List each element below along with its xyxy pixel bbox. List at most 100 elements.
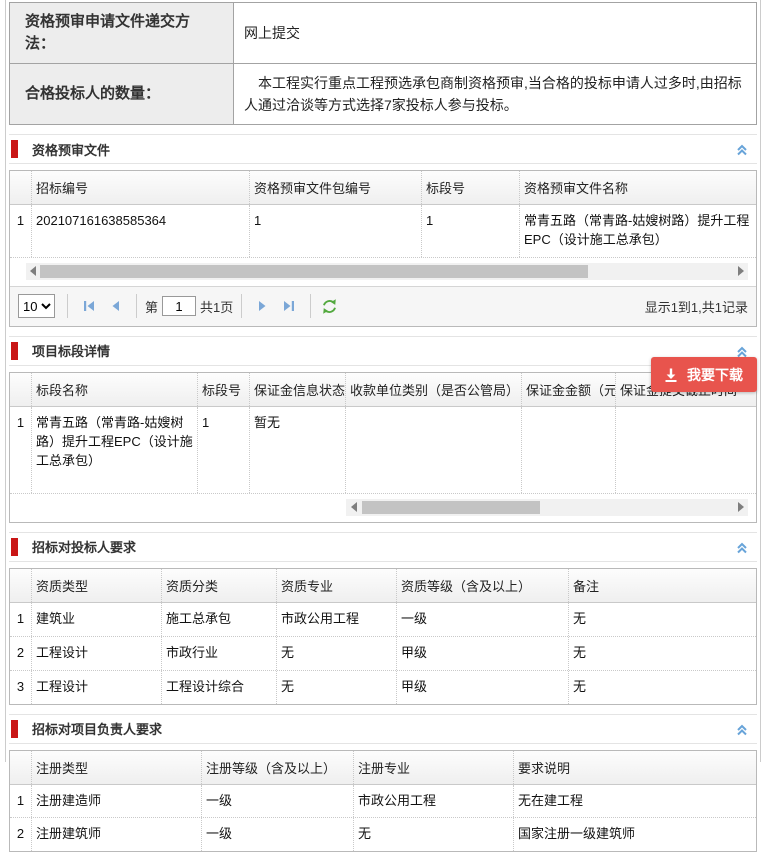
scroll-right-icon[interactable] bbox=[738, 266, 744, 276]
seq-column-header bbox=[10, 569, 32, 602]
column-header[interactable]: 招标编号 bbox=[32, 171, 250, 204]
cell-qualification-grade: 一级 bbox=[397, 603, 569, 636]
grid-header-row: 标段名称 标段号 保证金信息状态 收款单位类别（是否公管局） 保证金金额（元） … bbox=[10, 373, 756, 407]
column-header[interactable]: 资质等级（含及以上） bbox=[397, 569, 569, 602]
table-row: 资格预审申请文件递交方法： 网上提交 bbox=[10, 3, 757, 64]
table-row[interactable]: 2 工程设计 市政行业 无 甲级 无 bbox=[10, 637, 756, 671]
cell-registration-type: 注册建造师 bbox=[32, 785, 202, 818]
page-label-suffix: 共1页 bbox=[200, 297, 233, 316]
page-label-prefix: 第 bbox=[145, 297, 158, 316]
row-seq: 1 bbox=[10, 785, 32, 818]
column-header[interactable]: 要求说明 bbox=[514, 751, 756, 784]
column-header[interactable]: 资格预审文件名称 bbox=[520, 171, 756, 204]
download-button[interactable]: 我要下载 bbox=[651, 357, 757, 392]
section-title: 项目标段详情 bbox=[32, 341, 110, 360]
cell-qualification-grade: 甲级 bbox=[397, 671, 569, 704]
column-header[interactable]: 标段名称 bbox=[32, 373, 198, 406]
qualified-bidder-count-label: 合格投标人的数量： bbox=[10, 63, 234, 125]
column-header[interactable]: 收款单位类别（是否公管局） bbox=[346, 373, 522, 406]
cell-deposit-status: 暂无 bbox=[250, 407, 346, 493]
collapse-chevron-icon[interactable] bbox=[735, 142, 749, 156]
collapse-chevron-icon[interactable] bbox=[735, 344, 749, 358]
previous-page-icon[interactable] bbox=[102, 294, 128, 318]
last-page-icon[interactable] bbox=[276, 294, 302, 318]
cell-requirement-note: 国家注册一级建筑师 bbox=[514, 818, 756, 851]
project-sections-grid: 标段名称 标段号 保证金信息状态 收款单位类别（是否公管局） 保证金金额（元） … bbox=[9, 372, 757, 523]
cell-qualification-grade: 甲级 bbox=[397, 637, 569, 670]
column-header[interactable]: 资质专业 bbox=[277, 569, 397, 602]
section-marker bbox=[11, 342, 18, 360]
column-header[interactable]: 备注 bbox=[569, 569, 756, 602]
download-icon bbox=[663, 367, 679, 383]
section-header-manager-requirements: 招标对项目负责人要求 bbox=[9, 714, 757, 744]
scrollbar-thumb[interactable] bbox=[362, 501, 540, 514]
table-row[interactable]: 3 工程设计 工程设计综合 无 甲级 无 bbox=[10, 671, 756, 704]
scroll-left-icon[interactable] bbox=[351, 502, 357, 512]
cell-file-name: 常青五路（常青路-姑嫂树路）提升工程EPC（设计施工总承包） bbox=[520, 205, 756, 257]
cell-package-number: 1 bbox=[250, 205, 422, 257]
pager-divider bbox=[241, 294, 242, 318]
column-header[interactable]: 保证金金额（元） bbox=[522, 373, 616, 406]
cell-registration-grade: 一级 bbox=[202, 785, 354, 818]
cell-qualification-specialty: 无 bbox=[277, 637, 397, 670]
cell-qualification-category: 市政行业 bbox=[162, 637, 277, 670]
cell-qualification-category: 工程设计综合 bbox=[162, 671, 277, 704]
manager-requirements-grid: 注册类型 注册等级（含及以上） 注册专业 要求说明 1 注册建造师 一级 市政公… bbox=[9, 750, 757, 852]
section-header-project-sections: 项目标段详情 bbox=[9, 336, 757, 366]
table-row[interactable]: 1 注册建造师 一级 市政公用工程 无在建工程 bbox=[10, 785, 756, 819]
scrollbar-thumb[interactable] bbox=[40, 265, 588, 278]
first-page-icon[interactable] bbox=[76, 294, 102, 318]
seq-column-header bbox=[10, 751, 32, 784]
cell-qualification-specialty: 无 bbox=[277, 671, 397, 704]
table-row[interactable]: 2 注册建筑师 一级 无 国家注册一级建筑师 bbox=[10, 818, 756, 851]
section-title: 资格预审文件 bbox=[32, 140, 110, 159]
next-page-icon[interactable] bbox=[250, 294, 276, 318]
section-title: 招标对项目负责人要求 bbox=[32, 719, 162, 738]
section-title: 招标对投标人要求 bbox=[32, 537, 136, 556]
column-header[interactable]: 保证金信息状态 bbox=[250, 373, 346, 406]
column-header[interactable]: 注册类型 bbox=[32, 751, 202, 784]
cell-registration-type: 注册建筑师 bbox=[32, 818, 202, 851]
cell-qualification-type: 工程设计 bbox=[32, 637, 162, 670]
section-marker bbox=[11, 538, 18, 556]
content-panel: 资格预审申请文件递交方法： 网上提交 合格投标人的数量： 本工程实行重点工程预选… bbox=[5, 0, 761, 762]
collapse-chevron-icon[interactable] bbox=[735, 540, 749, 554]
cell-registration-grade: 一级 bbox=[202, 818, 354, 851]
grid-header-row: 招标编号 资格预审文件包编号 标段号 资格预审文件名称 bbox=[10, 171, 756, 205]
column-header[interactable]: 注册专业 bbox=[354, 751, 514, 784]
table-row[interactable]: 1 202107161638585364 1 1 常青五路（常青路-姑嫂树路）提… bbox=[10, 205, 756, 258]
table-row[interactable]: 1 常青五路（常青路-姑嫂树路）提升工程EPC（设计施工总承包） 1 暂无 bbox=[10, 407, 756, 494]
submission-method-value: 网上提交 bbox=[234, 3, 757, 64]
column-header[interactable]: 标段号 bbox=[422, 171, 520, 204]
row-seq: 1 bbox=[10, 603, 32, 636]
section-header-prequal-files: 资格预审文件 bbox=[9, 134, 757, 164]
prequal-files-grid: 招标编号 资格预审文件包编号 标段号 资格预审文件名称 1 2021071616… bbox=[9, 170, 757, 327]
cell-remark: 无 bbox=[569, 671, 756, 704]
column-header[interactable]: 标段号 bbox=[198, 373, 250, 406]
column-header[interactable]: 资格预审文件包编号 bbox=[250, 171, 422, 204]
section-header-bidder-requirements: 招标对投标人要求 bbox=[9, 532, 757, 562]
table-row[interactable]: 1 建筑业 施工总承包 市政公用工程 一级 无 bbox=[10, 603, 756, 637]
record-count-summary: 显示1到1,共1记录 bbox=[645, 297, 748, 316]
scroll-left-icon[interactable] bbox=[30, 266, 36, 276]
horizontal-scrollbar bbox=[16, 263, 750, 280]
column-header[interactable]: 注册等级（含及以上） bbox=[202, 751, 354, 784]
pager-divider bbox=[310, 294, 311, 318]
page-size-select[interactable]: 10 bbox=[18, 294, 55, 318]
prequal-info-table: 资格预审申请文件递交方法： 网上提交 合格投标人的数量： 本工程实行重点工程预选… bbox=[9, 2, 757, 125]
refresh-icon[interactable] bbox=[321, 298, 338, 315]
cell-deposit-deadline bbox=[616, 407, 756, 493]
grid-pager: 10 第 共1页 bbox=[10, 286, 756, 326]
collapse-chevron-icon[interactable] bbox=[735, 722, 749, 736]
seq-column-header bbox=[10, 171, 32, 204]
cell-qualification-category: 施工总承包 bbox=[162, 603, 277, 636]
seq-column-header bbox=[10, 373, 32, 406]
row-seq: 1 bbox=[10, 407, 32, 493]
qualified-bidder-count-value: 本工程实行重点工程预选承包商制资格预审,当合格的投标申请人过多时,由招标人通过洽… bbox=[234, 63, 757, 125]
scroll-right-icon[interactable] bbox=[738, 502, 744, 512]
cell-registration-specialty: 市政公用工程 bbox=[354, 785, 514, 818]
cell-qualification-type: 工程设计 bbox=[32, 671, 162, 704]
column-header[interactable]: 资质类型 bbox=[32, 569, 162, 602]
column-header[interactable]: 资质分类 bbox=[162, 569, 277, 602]
page-number-input[interactable] bbox=[162, 296, 196, 316]
